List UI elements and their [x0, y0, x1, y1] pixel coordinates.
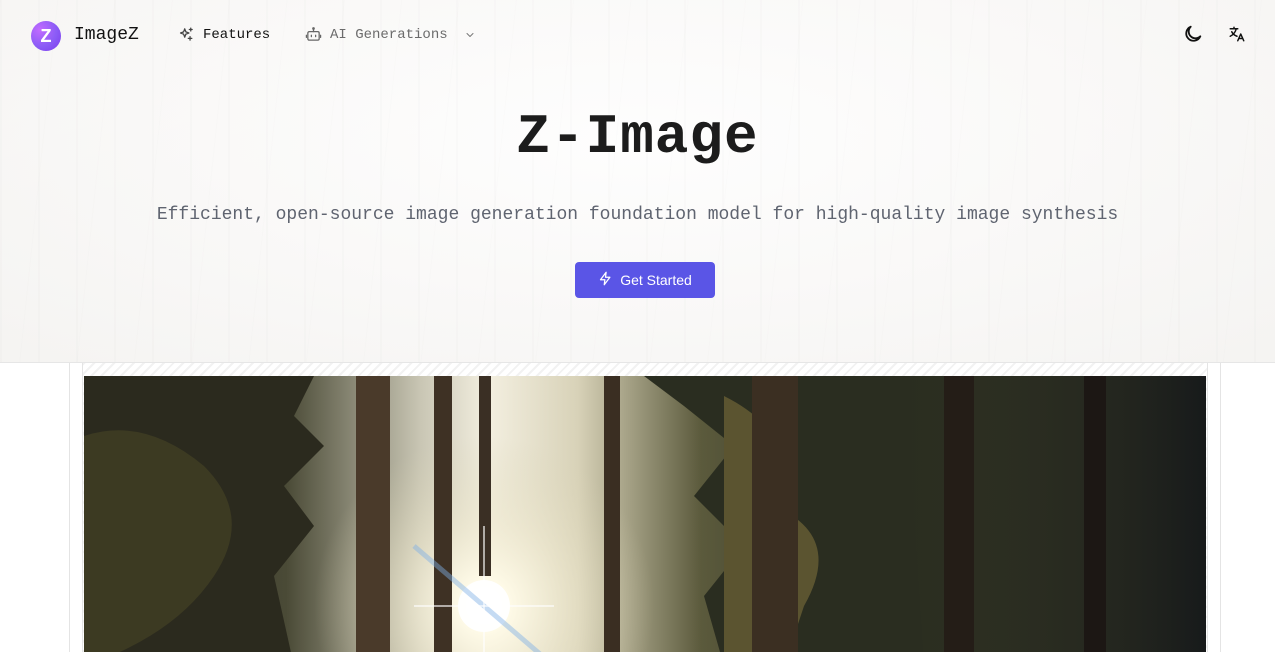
logo-icon[interactable]: Z [31, 21, 61, 51]
nav-features-link[interactable]: Features [178, 26, 270, 43]
top-navigation: Z ImageZ Features AI Generations [0, 0, 1275, 72]
logo-letter: Z [40, 25, 52, 46]
page: Z ImageZ Features AI Generations Z-Image… [0, 0, 1275, 652]
translate-icon [1228, 25, 1246, 48]
chevron-down-icon [464, 29, 476, 41]
moon-icon [1182, 23, 1204, 50]
brand-name[interactable]: ImageZ [74, 25, 139, 45]
forest-illustration [84, 376, 1206, 652]
nav-ai-generations-dropdown[interactable]: AI Generations [305, 26, 476, 43]
hero-subtitle: Efficient, open-source image generation … [156, 205, 1119, 225]
page-title: Z-Image [516, 105, 759, 169]
nav-features-label: Features [203, 26, 271, 43]
language-switch-button[interactable] [1224, 23, 1250, 49]
lightning-icon [598, 271, 613, 289]
showcase-forest-image [84, 376, 1206, 652]
nav-ai-generations-label: AI Generations [330, 26, 448, 43]
theme-toggle-button[interactable] [1180, 23, 1206, 49]
get-started-label: Get Started [620, 272, 692, 288]
sparkles-icon [178, 26, 195, 43]
robot-icon [305, 26, 322, 43]
get-started-button[interactable]: Get Started [575, 262, 715, 298]
